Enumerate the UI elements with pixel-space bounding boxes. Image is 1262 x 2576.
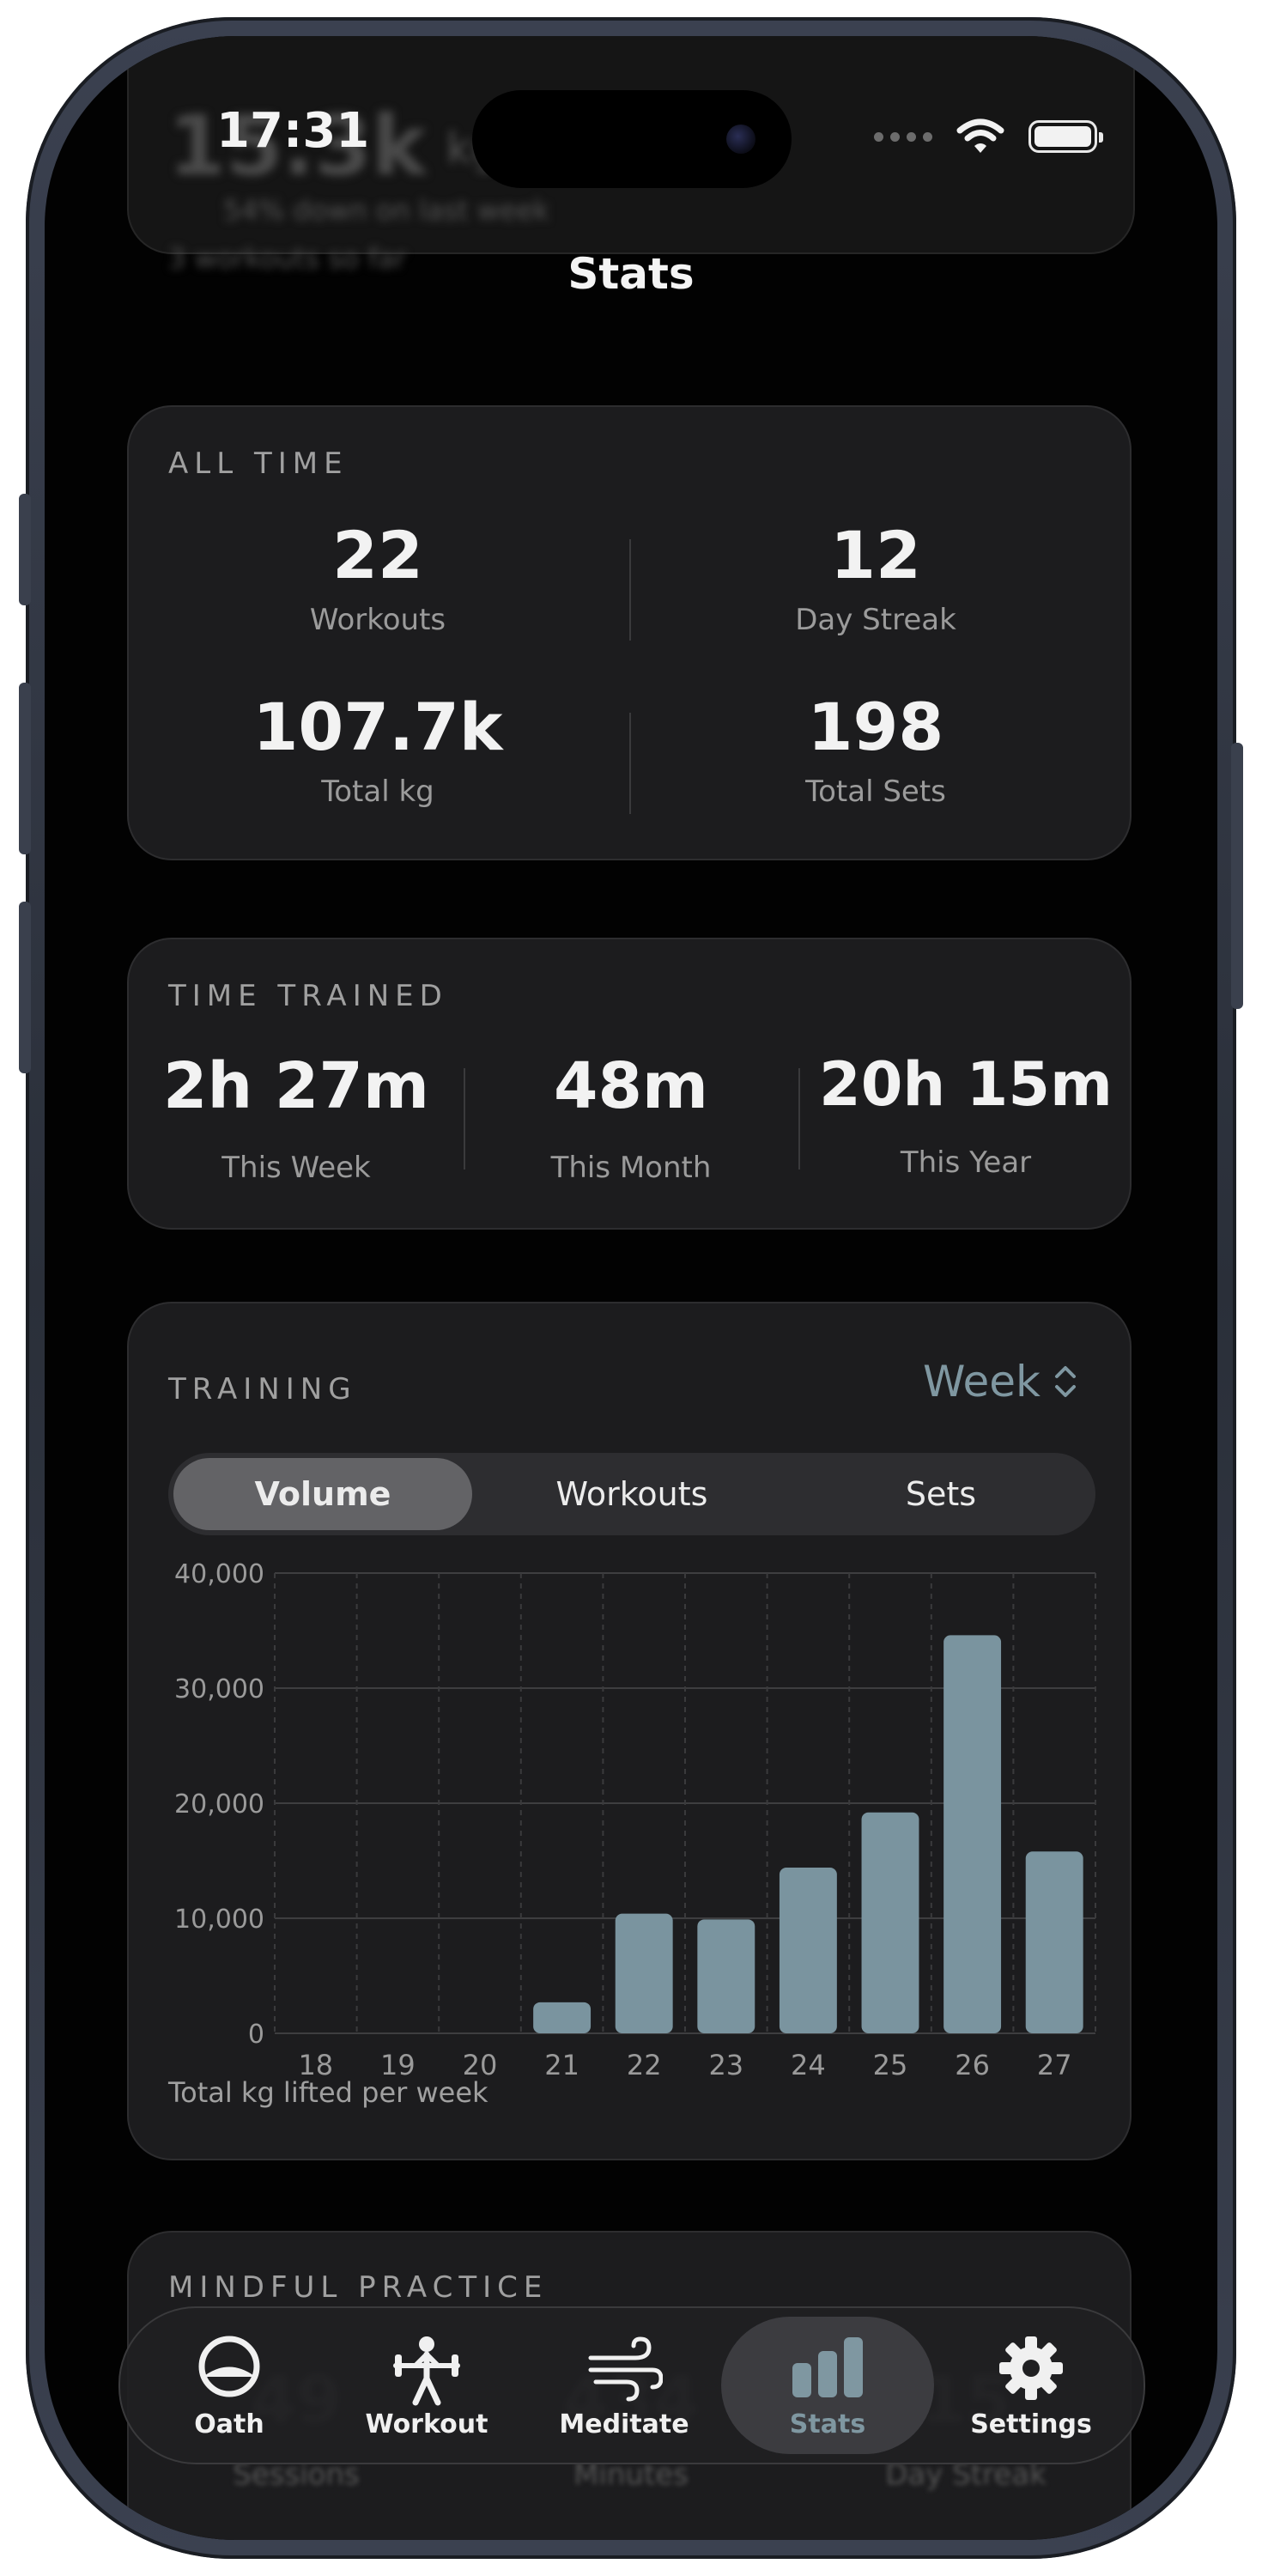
- metric-segmented-control: Volume Workouts Sets: [168, 1453, 1095, 1535]
- training-card: TRAINING Week Volume Workouts Sets 0 10,0…: [127, 1302, 1132, 2160]
- volume-up-button: [19, 683, 31, 854]
- x-tick-label: 26: [955, 2049, 990, 2081]
- divider: [629, 539, 631, 641]
- divider: [798, 1068, 800, 1170]
- y-tick-label: 0: [248, 2020, 264, 2050]
- wifi-icon: [956, 118, 1004, 153]
- y-tick-label: 20,000: [174, 1789, 264, 1820]
- page-title: Stats: [567, 249, 695, 299]
- x-tick-label: 23: [708, 2049, 743, 2081]
- day-streak-label: Day Streak: [795, 603, 956, 637]
- total-kg-label: Total kg: [321, 775, 434, 809]
- x-tick-label: 22: [627, 2049, 662, 2081]
- training-label: TRAINING: [168, 1372, 357, 1406]
- workouts-label: Workouts: [309, 603, 446, 637]
- tab-stats-label: Stats: [789, 2409, 866, 2439]
- status-icons: [874, 118, 1103, 155]
- bar: [779, 1868, 837, 2033]
- bar: [943, 1635, 1002, 2033]
- dynamic-island: [472, 90, 792, 188]
- tab-meditate-label: Meditate: [559, 2409, 689, 2439]
- segment-volume[interactable]: Volume: [173, 1458, 472, 1530]
- volume-down-button: [19, 902, 31, 1073]
- all-time-card: ALL TIME 22 Workouts 12 Day Streak 107.7…: [127, 405, 1132, 860]
- this-month-label: This Month: [550, 1151, 712, 1185]
- ghost-change: 54% down on last week: [223, 194, 549, 227]
- bar: [533, 2002, 592, 2033]
- gear-icon: [999, 2336, 1063, 2400]
- total-sets-value: 198: [807, 689, 944, 765]
- x-tick-label: 21: [544, 2049, 579, 2081]
- chart-caption: Total kg lifted per week: [168, 2076, 488, 2109]
- volume-bar-chart: 010,00020,00030,00040,00018 19 20 21 22 23 24 2…: [174, 1559, 1096, 2081]
- bar: [1025, 1851, 1083, 2033]
- x-tick-label: 25: [873, 2049, 908, 2081]
- mindful-practice-label: MINDFUL PRACTICE: [168, 2270, 549, 2305]
- this-year-value: 20h 15m: [819, 1049, 1113, 1120]
- y-tick-label: 40,000: [174, 1559, 264, 1589]
- tab-settings[interactable]: Settings: [932, 2308, 1130, 2463]
- period-selector[interactable]: Week: [923, 1357, 1078, 1406]
- divider: [629, 713, 631, 814]
- tab-oath[interactable]: Oath: [130, 2308, 328, 2463]
- status-time: 17:31: [216, 103, 370, 159]
- period-label: Week: [923, 1357, 1041, 1406]
- tab-bar: Oath Workout Meditate Stats Settings: [118, 2306, 1145, 2464]
- tab-workout-label: Workout: [365, 2409, 488, 2439]
- divider: [464, 1068, 465, 1170]
- time-trained-card: TIME TRAINED 2h 27m This Week 48m This M…: [127, 938, 1132, 1230]
- this-month-value: 48m: [553, 1049, 709, 1123]
- y-tick-label: 10,000: [174, 1905, 264, 1935]
- tab-settings-label: Settings: [970, 2409, 1092, 2439]
- weightlifter-icon: [393, 2336, 460, 2406]
- wind-icon: [588, 2336, 663, 2402]
- oath-icon: [198, 2336, 260, 2397]
- time-trained-label: TIME TRAINED: [168, 979, 448, 1013]
- workouts-value: 22: [332, 517, 423, 593]
- this-year-label: This Year: [900, 1145, 1032, 1180]
- bar: [615, 1913, 673, 2033]
- side-button: [1231, 743, 1243, 1009]
- segment-sets[interactable]: Sets: [792, 1458, 1090, 1530]
- action-button: [19, 494, 31, 605]
- this-week-label: This Week: [221, 1151, 371, 1185]
- this-week-value: 2h 27m: [162, 1049, 430, 1123]
- battery-icon: [1028, 120, 1103, 153]
- chevron-up-down-icon: [1055, 1366, 1076, 1397]
- x-tick-label: 27: [1037, 2049, 1072, 2081]
- camera-icon: [726, 125, 755, 154]
- bar-chart-icon: [792, 2337, 863, 2397]
- day-streak-value: 12: [830, 517, 921, 593]
- bar: [861, 1812, 919, 2033]
- segment-workouts[interactable]: Workouts: [482, 1458, 781, 1530]
- tab-workout[interactable]: Workout: [328, 2308, 525, 2463]
- tab-stats[interactable]: Stats: [721, 2317, 934, 2454]
- tab-oath-label: Oath: [194, 2409, 264, 2439]
- bar: [697, 1919, 755, 2033]
- x-tick-label: 24: [791, 2049, 826, 2081]
- total-sets-label: Total Sets: [805, 775, 946, 809]
- signal-icon: [874, 131, 932, 142]
- tab-meditate[interactable]: Meditate: [525, 2308, 723, 2463]
- total-kg-value: 107.7k: [252, 689, 503, 765]
- screen: 15.3k kg 54% down on last week 3 workout…: [45, 36, 1217, 2540]
- y-tick-label: 30,000: [174, 1674, 264, 1704]
- all-time-label: ALL TIME: [168, 447, 349, 481]
